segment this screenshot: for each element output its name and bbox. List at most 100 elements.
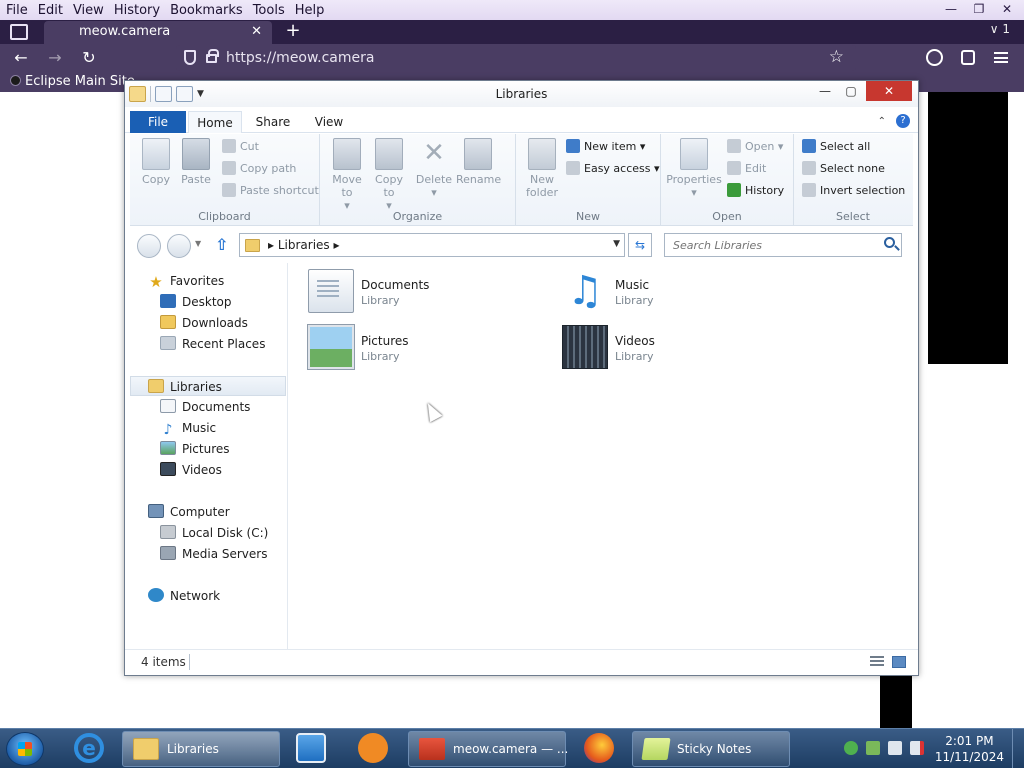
- nav-downloads[interactable]: Downloads: [130, 313, 286, 333]
- tab-view[interactable]: View: [302, 111, 356, 133]
- library-videos[interactable]: Videos Library: [544, 319, 774, 371]
- details-view-icon[interactable]: [870, 656, 884, 668]
- explorer-maximize-button[interactable]: ▢: [838, 81, 864, 101]
- nav-libraries[interactable]: Libraries: [130, 376, 286, 396]
- delete-button[interactable]: ✕ Delete ▾: [414, 138, 454, 199]
- help-icon[interactable]: ?: [896, 114, 910, 128]
- tab-file[interactable]: File: [130, 111, 186, 133]
- tab-share[interactable]: Share: [246, 111, 300, 133]
- nav-local-disk[interactable]: Local Disk (C:): [130, 523, 286, 543]
- select-none-button[interactable]: Select none: [802, 160, 885, 178]
- nav-favorites[interactable]: ★ Favorites: [130, 271, 286, 291]
- properties-button[interactable]: Properties ▾: [665, 138, 723, 199]
- sync-tray-icon[interactable]: [844, 741, 858, 755]
- url-text[interactable]: https://meow.camera: [226, 50, 374, 66]
- address-bar[interactable]: ▸ Libraries ▸ ▼: [239, 233, 625, 257]
- up-arrow-icon[interactable]: ⇧: [215, 235, 228, 254]
- nav-network[interactable]: Network: [130, 586, 286, 606]
- rename-button[interactable]: Rename: [456, 138, 501, 186]
- edit-button[interactable]: Edit: [727, 160, 766, 178]
- taskbar-sticky-notes-button[interactable]: Sticky Notes: [632, 731, 790, 767]
- recent-locations-dropdown-icon[interactable]: ▼: [195, 239, 201, 248]
- search-input[interactable]: [665, 234, 875, 256]
- minimize-ribbon-icon[interactable]: ⌃: [878, 116, 886, 127]
- new-tab-button[interactable]: +: [282, 20, 304, 44]
- menu-file[interactable]: File: [0, 3, 33, 18]
- url-bar[interactable]: https://meow.camera ☆: [176, 45, 856, 71]
- bookmark-star-icon[interactable]: ☆: [829, 47, 844, 67]
- show-desktop-button[interactable]: [1012, 729, 1024, 768]
- copy-path-button[interactable]: Copy path: [222, 160, 296, 178]
- invert-selection-button[interactable]: Invert selection: [802, 182, 905, 200]
- nav-documents[interactable]: Documents: [130, 397, 286, 417]
- account-icon[interactable]: [926, 49, 943, 66]
- search-icon[interactable]: [884, 237, 895, 248]
- lock-icon[interactable]: [206, 49, 219, 63]
- nav-music[interactable]: ♪ Music: [130, 418, 286, 438]
- copy-to-button[interactable]: Copy to ▾: [370, 138, 408, 212]
- paste-button[interactable]: Paste: [178, 138, 214, 186]
- nav-videos[interactable]: Videos: [130, 460, 286, 480]
- reload-button[interactable]: ↻: [78, 48, 100, 68]
- explorer-back-button[interactable]: [137, 234, 161, 258]
- history-button[interactable]: History: [727, 182, 784, 200]
- media-player-icon[interactable]: [296, 733, 326, 763]
- firefox-icon[interactable]: [584, 733, 614, 763]
- move-to-button[interactable]: Move to ▾: [328, 138, 366, 212]
- cut-button[interactable]: Cut: [222, 138, 259, 156]
- back-button[interactable]: ←: [10, 48, 32, 68]
- tab-close-icon[interactable]: ✕: [251, 24, 262, 39]
- large-icons-view-icon[interactable]: [892, 656, 906, 668]
- uc-browser-icon[interactable]: [358, 733, 388, 763]
- browser-close-button[interactable]: ✕: [994, 0, 1020, 18]
- menu-tools[interactable]: Tools: [248, 3, 290, 18]
- copy-button[interactable]: Copy: [138, 138, 174, 186]
- action-center-icon[interactable]: [888, 741, 902, 755]
- new-item-button[interactable]: New item ▾: [566, 138, 645, 156]
- internet-explorer-icon[interactable]: e: [74, 733, 104, 763]
- network-tray-icon[interactable]: [866, 741, 880, 755]
- nav-computer[interactable]: Computer: [130, 502, 286, 522]
- tab-list-icon[interactable]: [10, 24, 28, 40]
- explorer-titlebar[interactable]: ▼ Libraries — ▢ ✕: [125, 81, 918, 107]
- list-all-tabs-button[interactable]: ∨ 1: [990, 22, 1010, 36]
- menu-history[interactable]: History: [109, 3, 165, 18]
- library-documents[interactable]: Documents Library: [290, 263, 520, 315]
- explorer-forward-button[interactable]: [167, 234, 191, 258]
- select-all-button[interactable]: Select all: [802, 138, 870, 156]
- nav-media-servers[interactable]: Media Servers: [130, 544, 286, 564]
- browser-restore-button[interactable]: ❐: [966, 0, 992, 18]
- menu-view[interactable]: View: [68, 3, 109, 18]
- library-music[interactable]: ♫ Music Library: [544, 263, 774, 315]
- taskbar-firefox-window-button[interactable]: meow.camera — ...: [408, 731, 568, 767]
- start-button[interactable]: [6, 732, 44, 766]
- menu-bookmarks[interactable]: Bookmarks: [165, 3, 248, 18]
- browser-minimize-button[interactable]: —: [938, 0, 964, 18]
- nav-pictures[interactable]: Pictures: [130, 439, 286, 459]
- breadcrumb-libraries[interactable]: Libraries: [278, 238, 330, 252]
- search-box[interactable]: [664, 233, 902, 257]
- volume-muted-icon[interactable]: [910, 741, 924, 755]
- paste-shortcut-button[interactable]: Paste shortcut: [222, 182, 319, 200]
- tracking-shield-icon[interactable]: [184, 50, 196, 65]
- tab-home[interactable]: Home: [188, 111, 242, 133]
- new-folder-button[interactable]: New folder: [522, 138, 562, 199]
- nav-desktop[interactable]: Desktop: [130, 292, 286, 312]
- library-pictures[interactable]: Pictures Library: [290, 319, 520, 371]
- explorer-minimize-button[interactable]: —: [812, 81, 838, 101]
- menu-edit[interactable]: Edit: [33, 3, 68, 18]
- extensions-icon[interactable]: [961, 50, 975, 65]
- easy-access-button[interactable]: Easy access ▾: [566, 160, 660, 178]
- forward-button[interactable]: →: [44, 48, 66, 68]
- address-dropdown-icon[interactable]: ▼: [613, 239, 620, 249]
- menu-icon[interactable]: [994, 52, 1008, 63]
- clock[interactable]: 2:01 PM 11/11/2024: [935, 733, 1004, 765]
- breadcrumb[interactable]: ▸ Libraries ▸: [268, 238, 340, 252]
- bookmark-eclipse-main-site[interactable]: Eclipse Main Site: [10, 74, 135, 89]
- explorer-close-button[interactable]: ✕: [866, 81, 912, 101]
- refresh-icon[interactable]: ⇆: [628, 233, 652, 257]
- taskbar-explorer-button[interactable]: Libraries: [122, 731, 280, 767]
- nav-recent-places[interactable]: Recent Places: [130, 334, 286, 354]
- browser-tab[interactable]: meow.camera ✕: [44, 21, 272, 44]
- open-button[interactable]: Open ▾: [727, 138, 783, 156]
